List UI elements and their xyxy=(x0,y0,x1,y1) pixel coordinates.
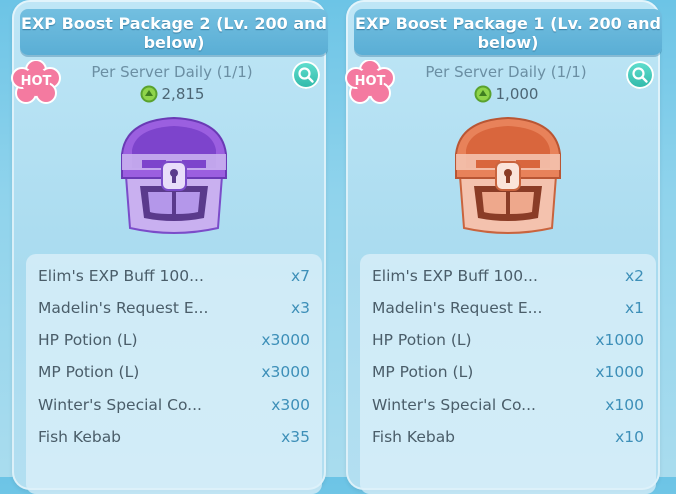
item-name: Fish Kebab xyxy=(38,428,122,446)
treasure-chest-icon xyxy=(121,116,227,234)
item-quantity: x1000 xyxy=(595,331,644,349)
item-name: MP Potion (L) xyxy=(372,363,474,381)
list-item: MP Potion (L) x3000 xyxy=(38,358,310,386)
item-name: HP Potion (L) xyxy=(372,331,472,349)
item-name: Elim's EXP Buff 100... xyxy=(38,267,204,285)
hot-label: HOT xyxy=(20,74,52,89)
list-item: Winter's Special Co... x300 xyxy=(38,391,310,419)
list-item: HP Potion (L) x3000 xyxy=(38,326,310,354)
list-item: Madelin's Request E... x1 xyxy=(372,294,644,322)
list-item: Fish Kebab x10 xyxy=(372,423,644,451)
item-quantity: x10 xyxy=(615,428,644,446)
item-quantity: x1 xyxy=(624,299,644,317)
list-item: HP Potion (L) x1000 xyxy=(372,326,644,354)
item-quantity: x1000 xyxy=(595,363,644,381)
package-card[interactable]: EXP Boost Package 2 (Lv. 200 and below) … xyxy=(10,0,328,494)
item-name: Madelin's Request E... xyxy=(38,299,209,317)
price-value: 2,815 xyxy=(161,85,205,103)
item-name: Winter's Special Co... xyxy=(372,396,536,414)
package-title: EXP Boost Package 1 (Lv. 200 and below) xyxy=(354,9,662,55)
hot-label: HOT xyxy=(354,74,386,89)
package-card[interactable]: EXP Boost Package 1 (Lv. 200 and below) … xyxy=(344,0,662,494)
list-item: Elim's EXP Buff 100... x7 xyxy=(38,262,310,290)
magnifier-icon xyxy=(298,67,314,83)
reward-list: Elim's EXP Buff 100... x7 Madelin's Requ… xyxy=(26,254,322,494)
item-quantity: x3 xyxy=(290,299,310,317)
purchase-limit: Per Server Daily (1/1) xyxy=(425,63,587,81)
item-name: Fish Kebab xyxy=(372,428,456,446)
reward-list: Elim's EXP Buff 100... x2 Madelin's Requ… xyxy=(360,254,656,494)
list-item: Elim's EXP Buff 100... x2 xyxy=(372,262,644,290)
list-item: Fish Kebab x35 xyxy=(38,423,310,451)
list-item: Winter's Special Co... x100 xyxy=(372,391,644,419)
list-item: MP Potion (L) x1000 xyxy=(372,358,644,386)
package-title: EXP Boost Package 2 (Lv. 200 and below) xyxy=(20,9,328,55)
green-coin-icon xyxy=(474,85,492,103)
magnifier-icon xyxy=(632,67,648,83)
list-item: Madelin's Request E... x3 xyxy=(38,294,310,322)
item-quantity: x100 xyxy=(605,396,644,414)
item-name: HP Potion (L) xyxy=(38,331,138,349)
item-name: Madelin's Request E... xyxy=(372,299,543,317)
purchase-limit: Per Server Daily (1/1) xyxy=(91,63,253,81)
item-quantity: x2 xyxy=(624,267,644,285)
price-row: 1,000 xyxy=(406,85,606,103)
green-coin-icon xyxy=(140,85,158,103)
item-quantity: x3000 xyxy=(261,331,310,349)
hot-badge: HOT xyxy=(10,60,62,104)
item-quantity: x300 xyxy=(271,396,310,414)
item-quantity: x35 xyxy=(281,428,310,446)
item-name: Winter's Special Co... xyxy=(38,396,202,414)
price-value: 1,000 xyxy=(495,85,539,103)
item-quantity: x3000 xyxy=(261,363,310,381)
treasure-chest-icon xyxy=(455,116,561,234)
hot-badge: HOT xyxy=(344,60,396,104)
item-name: MP Potion (L) xyxy=(38,363,140,381)
item-quantity: x7 xyxy=(290,267,310,285)
item-name: Elim's EXP Buff 100... xyxy=(372,267,538,285)
zoom-button[interactable] xyxy=(292,61,320,89)
price-row: 2,815 xyxy=(72,85,272,103)
zoom-button[interactable] xyxy=(626,61,654,89)
